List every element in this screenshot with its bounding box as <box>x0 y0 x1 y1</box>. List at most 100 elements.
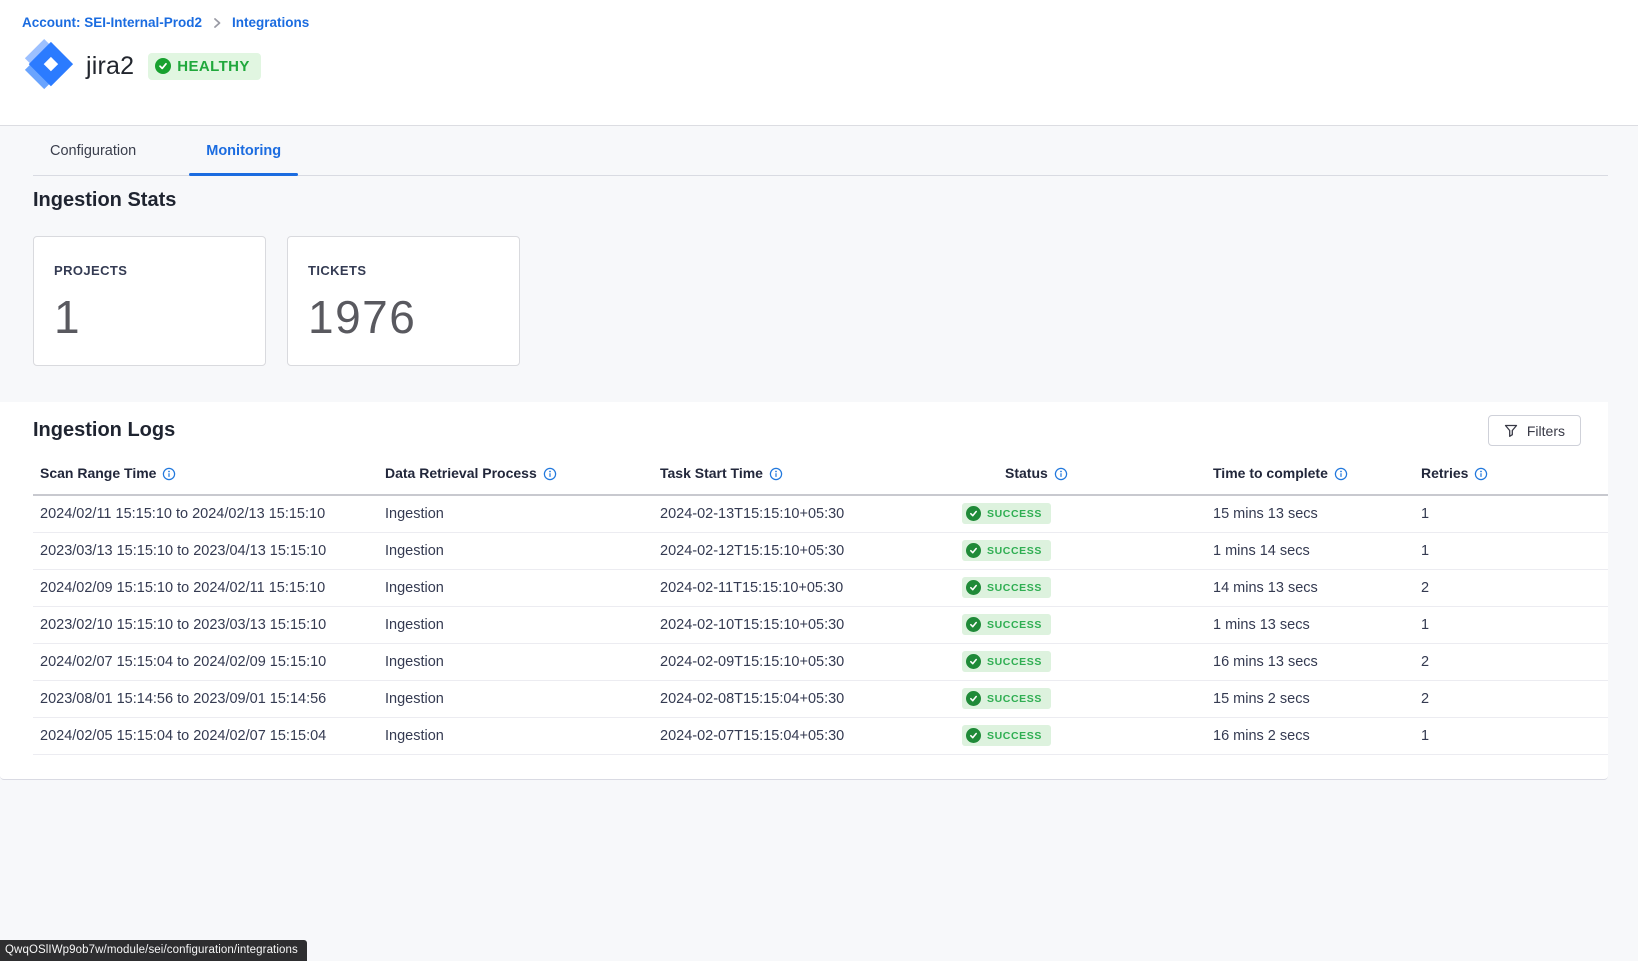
info-icon[interactable] <box>1334 467 1348 481</box>
status-badge: SUCCESS <box>962 688 1051 709</box>
cell-task-start: 2024-02-07T15:15:04+05:30 <box>653 717 955 754</box>
cell-task-start: 2024-02-09T15:15:10+05:30 <box>653 643 955 680</box>
check-circle-icon <box>155 58 171 74</box>
stat-card-value: 1976 <box>308 290 519 344</box>
ingestion-logs-section: Ingestion Logs Filters Scan Range Time <box>0 402 1608 780</box>
status-badge: SUCCESS <box>962 725 1051 746</box>
tab-monitoring[interactable]: Monitoring <box>189 127 298 175</box>
cell-scan-range: 2024/02/09 15:15:10 to 2024/02/11 15:15:… <box>33 569 378 606</box>
cell-task-start: 2024-02-11T15:15:10+05:30 <box>653 569 955 606</box>
log-table-row: 2023/03/13 15:15:10 to 2023/04/13 15:15:… <box>33 532 1608 569</box>
column-header-scan-range-time: Scan Range Time <box>33 446 378 495</box>
cell-scan-range: 2024/02/05 15:15:04 to 2024/02/07 15:15:… <box>33 717 378 754</box>
cell-process: Ingestion <box>378 569 653 606</box>
status-label: SUCCESS <box>987 619 1042 631</box>
ingestion-logs-table: Scan Range Time Data Retrieval Process <box>33 446 1608 755</box>
status-label: SUCCESS <box>987 730 1042 742</box>
breadcrumb: Account: SEI-Internal-Prod2 Integrations <box>22 15 1638 30</box>
info-icon[interactable] <box>162 467 176 481</box>
status-label: SUCCESS <box>987 656 1042 668</box>
breadcrumb-account-link[interactable]: Account: SEI-Internal-Prod2 <box>22 15 202 30</box>
ingestion-stats-section: Ingestion Stats PROJECTS 1 TICKETS 1976 <box>0 176 1608 384</box>
cell-process: Ingestion <box>378 606 653 643</box>
ingestion-stats-heading: Ingestion Stats <box>33 189 1608 212</box>
cell-scan-range: 2023/03/13 15:15:10 to 2023/04/13 15:15:… <box>33 532 378 569</box>
page-title: jira2 <box>86 52 134 81</box>
cell-scan-range: 2023/02/10 15:15:10 to 2023/03/13 15:15:… <box>33 606 378 643</box>
table-header-row: Scan Range Time Data Retrieval Process <box>33 446 1608 495</box>
cell-task-start: 2024-02-13T15:15:10+05:30 <box>653 495 955 532</box>
cell-process: Ingestion <box>378 643 653 680</box>
info-icon[interactable] <box>769 467 783 481</box>
log-table-row: 2024/02/05 15:15:04 to 2024/02/07 15:15:… <box>33 717 1608 754</box>
check-circle-icon <box>966 728 981 743</box>
status-label: SUCCESS <box>987 508 1042 520</box>
status-label: SUCCESS <box>987 693 1042 705</box>
cell-retries: 2 <box>1414 680 1608 717</box>
cell-time-to-complete: 16 mins 2 secs <box>1206 717 1414 754</box>
cell-process: Ingestion <box>378 495 653 532</box>
check-circle-icon <box>966 617 981 632</box>
cell-time-to-complete: 16 mins 13 secs <box>1206 643 1414 680</box>
status-label: SUCCESS <box>987 582 1042 594</box>
info-icon[interactable] <box>543 467 557 481</box>
column-header-task-start-time: Task Start Time <box>653 446 955 495</box>
health-status-label: HEALTHY <box>177 58 250 75</box>
info-icon[interactable] <box>1474 467 1488 481</box>
table-body: 2024/02/11 15:15:10 to 2024/02/13 15:15:… <box>33 495 1608 754</box>
stat-card-value: 1 <box>54 290 265 344</box>
health-status-badge: HEALTHY <box>148 53 261 80</box>
funnel-icon <box>1504 424 1518 438</box>
cell-task-start: 2024-02-10T15:15:10+05:30 <box>653 606 955 643</box>
check-circle-icon <box>966 691 981 706</box>
check-circle-icon <box>966 506 981 521</box>
check-circle-icon <box>966 580 981 595</box>
stat-card-label: TICKETS <box>308 263 519 278</box>
cell-retries: 1 <box>1414 606 1608 643</box>
monitoring-content: Configuration Monitoring Ingestion Stats … <box>0 127 1638 961</box>
cell-retries: 1 <box>1414 532 1608 569</box>
column-header-time-to-complete: Time to complete <box>1206 446 1414 495</box>
tab-bar: Configuration Monitoring <box>33 127 1608 176</box>
stat-card-projects: PROJECTS 1 <box>33 236 266 366</box>
cell-scan-range: 2023/08/01 15:14:56 to 2023/09/01 15:14:… <box>33 680 378 717</box>
cell-task-start: 2024-02-08T15:15:04+05:30 <box>653 680 955 717</box>
integration-title-row: jira2 HEALTHY <box>22 39 1638 93</box>
ingestion-logs-heading: Ingestion Logs <box>33 419 175 442</box>
cell-retries: 2 <box>1414 643 1608 680</box>
column-header-retries: Retries <box>1414 446 1608 495</box>
check-circle-icon <box>966 543 981 558</box>
cell-status: SUCCESS <box>955 569 1206 606</box>
log-table-row: 2023/02/10 15:15:10 to 2023/03/13 15:15:… <box>33 606 1608 643</box>
filters-button[interactable]: Filters <box>1488 415 1581 446</box>
chevron-right-icon <box>211 17 223 29</box>
cell-retries: 2 <box>1414 569 1608 606</box>
cell-scan-range: 2024/02/11 15:15:10 to 2024/02/13 15:15:… <box>33 495 378 532</box>
cell-task-start: 2024-02-12T15:15:10+05:30 <box>653 532 955 569</box>
stat-card-tickets: TICKETS 1976 <box>287 236 520 366</box>
cell-process: Ingestion <box>378 680 653 717</box>
cell-retries: 1 <box>1414 495 1608 532</box>
cell-scan-range: 2024/02/07 15:15:04 to 2024/02/09 15:15:… <box>33 643 378 680</box>
cell-time-to-complete: 15 mins 2 secs <box>1206 680 1414 717</box>
cell-status: SUCCESS <box>955 495 1206 532</box>
info-icon[interactable] <box>1054 467 1068 481</box>
cell-retries: 1 <box>1414 717 1608 754</box>
cell-status: SUCCESS <box>955 532 1206 569</box>
page-header: Account: SEI-Internal-Prod2 Integrations… <box>0 0 1638 126</box>
tab-configuration[interactable]: Configuration <box>33 127 153 175</box>
stat-card-label: PROJECTS <box>54 263 265 278</box>
cell-status: SUCCESS <box>955 717 1206 754</box>
log-table-row: 2024/02/09 15:15:10 to 2024/02/11 15:15:… <box>33 569 1608 606</box>
jira-logo-icon <box>22 39 76 93</box>
cell-process: Ingestion <box>378 717 653 754</box>
log-table-row: 2024/02/07 15:15:04 to 2024/02/09 15:15:… <box>33 643 1608 680</box>
status-badge: SUCCESS <box>962 503 1051 524</box>
status-badge: SUCCESS <box>962 651 1051 672</box>
breadcrumb-integrations-link[interactable]: Integrations <box>232 15 309 30</box>
cell-time-to-complete: 14 mins 13 secs <box>1206 569 1414 606</box>
cell-status: SUCCESS <box>955 606 1206 643</box>
log-table-row: 2023/08/01 15:14:56 to 2023/09/01 15:14:… <box>33 680 1608 717</box>
column-header-status: Status <box>955 446 1206 495</box>
cell-time-to-complete: 1 mins 13 secs <box>1206 606 1414 643</box>
